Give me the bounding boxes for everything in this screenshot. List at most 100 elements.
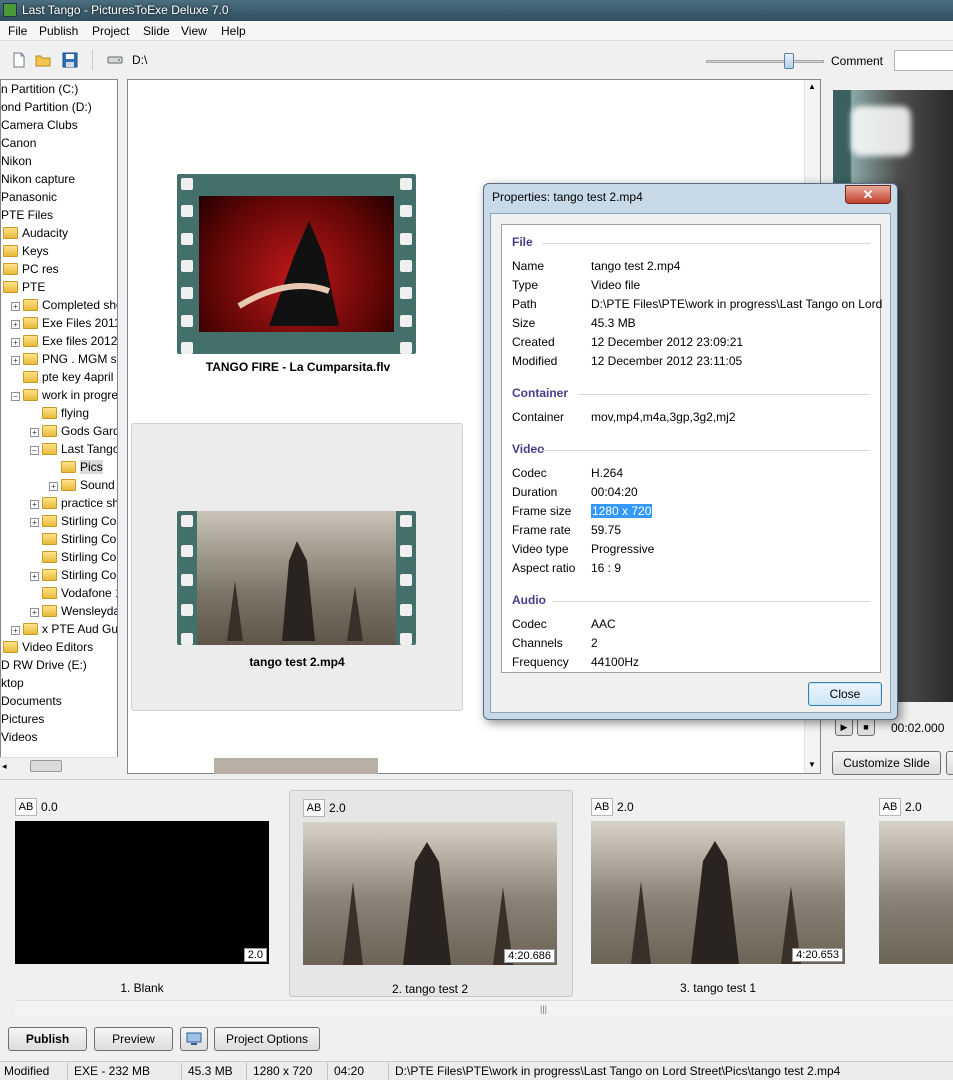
menu-file[interactable]: File xyxy=(8,24,27,38)
zoom-slider-thumb[interactable] xyxy=(784,53,794,69)
tree-item[interactable]: + practice sho xyxy=(30,494,117,512)
tree-item[interactable]: + PNG . MGM sh xyxy=(11,350,117,368)
scroll-grip[interactable]: ||| xyxy=(540,1004,547,1014)
expand-toggle-icon[interactable]: + xyxy=(49,482,58,491)
menu-view[interactable]: View xyxy=(181,24,207,38)
tree-item[interactable]: PTE xyxy=(3,278,45,296)
expand-toggle-icon[interactable]: + xyxy=(11,302,20,311)
customize-slide-button[interactable]: Customize Slide xyxy=(832,751,941,775)
publish-button[interactable]: Publish xyxy=(8,1027,87,1051)
tree-item[interactable]: + Exe files 2012 xyxy=(11,332,117,350)
zoom-slider-track[interactable] xyxy=(706,60,824,63)
dancers-graphic xyxy=(343,842,513,965)
partial-button[interactable] xyxy=(946,751,953,775)
menu-help[interactable]: Help xyxy=(221,24,246,38)
tree-item[interactable]: Nikon capture xyxy=(1,170,75,188)
title-bar: Last Tango - PicturesToExe Deluxe 7.0 xyxy=(0,0,953,21)
stop-button[interactable]: ■ xyxy=(857,718,875,736)
screen-button[interactable] xyxy=(180,1027,208,1051)
tree-item[interactable]: ktop xyxy=(1,674,24,692)
expand-toggle-icon[interactable]: + xyxy=(11,356,20,365)
tree-item[interactable]: + Sound xyxy=(49,476,115,494)
browser-item[interactable]: TANGO FIRE - La Cumparsita.flv xyxy=(132,142,464,430)
scroll-left-arrow[interactable]: ◂ xyxy=(2,761,7,772)
save-icon[interactable] xyxy=(62,52,78,68)
tree-item[interactable]: n Partition (C:) xyxy=(1,80,78,98)
expand-toggle-icon[interactable]: + xyxy=(30,518,39,527)
film-perforation xyxy=(181,287,193,300)
tree-scroll-thumb[interactable] xyxy=(30,760,62,772)
preview-button[interactable]: Preview xyxy=(94,1027,173,1051)
folder-icon xyxy=(42,497,57,509)
tree-item[interactable]: + x PTE Aud Guid xyxy=(11,620,117,638)
project-options-button[interactable]: Project Options xyxy=(214,1027,320,1051)
expand-toggle-icon[interactable]: + xyxy=(30,572,39,581)
tree-item[interactable]: + Exe Files 2011 xyxy=(11,314,117,332)
menu-project[interactable]: Project xyxy=(92,24,129,38)
slide-thumb-2-selected[interactable]: AB 2.0 4:20.686 2. tango test 2 xyxy=(289,790,573,997)
tree-item[interactable]: Video Editors xyxy=(3,638,93,656)
tree-item[interactable]: Keys xyxy=(3,242,49,260)
tree-item[interactable]: Videos xyxy=(1,728,37,746)
open-folder-icon[interactable] xyxy=(35,52,51,68)
scroll-up-arrow[interactable]: ▲ xyxy=(808,82,816,91)
tree-item[interactable]: − Last Tango xyxy=(30,440,118,458)
new-file-icon[interactable] xyxy=(11,52,27,68)
slide-time: 4:20.686 xyxy=(504,949,555,963)
tree-item-label: PTE xyxy=(22,280,46,294)
expand-toggle-icon[interactable]: + xyxy=(30,500,39,509)
tree-item[interactable]: flying xyxy=(30,404,89,422)
tree-item[interactable]: Nikon xyxy=(1,152,32,170)
tree-item[interactable]: Stirling Cou xyxy=(30,548,117,566)
tree-item[interactable]: + Completed sho xyxy=(11,296,117,314)
property-value: 1280 x 720 xyxy=(591,504,653,518)
tree-item[interactable]: Canon xyxy=(1,134,36,152)
video-thumbnail xyxy=(177,174,416,354)
tree-item[interactable]: PC res xyxy=(3,260,59,278)
menu-slide[interactable]: Slide xyxy=(143,24,170,38)
tree-item[interactable]: D RW Drive (E:) xyxy=(1,656,87,674)
expand-toggle-icon[interactable]: − xyxy=(30,446,39,455)
tree-item-label: Stirling Cou xyxy=(61,532,118,546)
tree-item[interactable]: + Stirling Cou xyxy=(30,512,117,530)
slide-duration: 0.0 xyxy=(41,800,58,814)
slide-thumb-4[interactable]: AB 2.0 xyxy=(879,790,953,997)
expand-toggle-icon[interactable]: + xyxy=(30,428,39,437)
tree-item[interactable]: Audacity xyxy=(3,224,68,242)
tree-item-label: Sound xyxy=(80,478,115,492)
tree-item-label: Last Tango xyxy=(61,442,118,456)
tree-item[interactable]: − work in progres xyxy=(11,386,117,404)
scroll-down-arrow[interactable]: ▼ xyxy=(808,760,816,769)
expand-toggle-icon[interactable]: + xyxy=(11,626,20,635)
tree-item[interactable]: Pics xyxy=(49,458,103,476)
expand-toggle-icon[interactable]: − xyxy=(11,392,20,401)
tree-item[interactable]: + Wensleydal xyxy=(30,602,117,620)
tree-item[interactable]: Vodafone 1 xyxy=(30,584,117,602)
browser-item-selected[interactable]: tango test 2.mp4 xyxy=(131,423,463,711)
play-button[interactable]: ▶ xyxy=(835,718,853,736)
tree-horizontal-scrollbar[interactable]: ◂ xyxy=(0,757,118,774)
tree-item[interactable]: Panasonic xyxy=(1,188,57,206)
menu-publish[interactable]: Publish xyxy=(39,24,78,38)
tree-item[interactable]: Documents xyxy=(1,692,62,710)
tree-item[interactable]: PTE Files xyxy=(1,206,53,224)
slide-thumb-3[interactable]: AB 2.0 4:20.653 3. tango test 1 xyxy=(591,790,875,997)
tree-item[interactable]: Stirling Cou xyxy=(30,530,118,548)
expand-toggle-icon[interactable]: + xyxy=(11,338,20,347)
tree-item[interactable]: + Gods Garde xyxy=(30,422,117,440)
tree-item[interactable]: pte key 4april xyxy=(11,368,113,386)
tree-item[interactable]: Pictures xyxy=(1,710,44,728)
tree-item[interactable]: + Stirling Cou xyxy=(30,566,117,584)
slide-thumb-1[interactable]: AB 0.0 2.0 1. Blank xyxy=(15,790,299,997)
slide-list-scrollbar[interactable]: ||| xyxy=(15,1000,953,1016)
tree-item-label: D RW Drive (E:) xyxy=(1,658,87,672)
tree-item[interactable]: Camera Clubs xyxy=(1,116,78,134)
expand-toggle-icon[interactable]: + xyxy=(30,608,39,617)
folder-tree[interactable]: n Partition (C:) ond Partition (D:) Camera… xyxy=(0,79,118,774)
tree-item[interactable]: ond Partition (D:) xyxy=(1,98,92,116)
comment-input[interactable] xyxy=(894,50,953,71)
dialog-close-x-button[interactable]: ✕ xyxy=(845,185,891,204)
expand-toggle-icon[interactable]: + xyxy=(11,320,20,329)
dialog-close-button[interactable]: Close xyxy=(808,682,882,706)
slide-list[interactable]: AB 0.0 2.0 1. Blank AB 2.0 4:20.686 2. t… xyxy=(0,779,953,1001)
